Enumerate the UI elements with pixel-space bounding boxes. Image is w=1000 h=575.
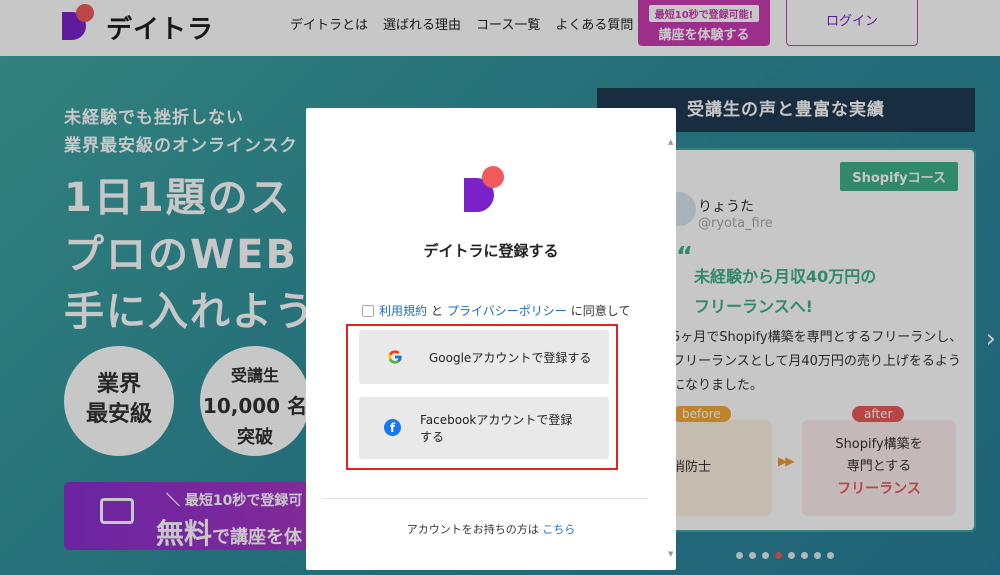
facebook-button-label: Facebookアカウントで登録する <box>420 413 573 444</box>
have-account-line: アカウントをお持ちの方は こちら <box>306 521 676 537</box>
google-g-icon <box>388 350 402 364</box>
agree-checkbox[interactable] <box>362 304 374 317</box>
terms-agreement: 利用規約 と プライバシーポリシー に同意して <box>362 302 634 319</box>
and-text: と <box>431 304 444 318</box>
scroll-down-icon[interactable]: ▼ <box>668 550 673 558</box>
divider <box>322 498 648 499</box>
have-account-text: アカウントをお持ちの方は <box>406 523 539 536</box>
facebook-f-icon: f <box>384 419 401 436</box>
logo-icon <box>464 166 504 212</box>
signup-modal: ▲ ▼ デイトラに登録する 利用規約 と プライバシーポリシー に同意して Go… <box>306 108 676 570</box>
login-here-link[interactable]: こちら <box>542 523 575 536</box>
privacy-policy-link[interactable]: プライバシーポリシー <box>447 302 567 319</box>
terms-link[interactable]: 利用規約 <box>379 302 427 319</box>
agree-suffix: に同意して <box>570 304 631 318</box>
modal-title: デイトラに登録する <box>423 242 559 260</box>
google-signup-button[interactable]: Googleアカウントで登録する <box>359 330 609 384</box>
google-button-label: Googleアカウントで登録する <box>429 351 592 365</box>
modal-scrollbar[interactable]: ▲ ▼ <box>668 138 674 558</box>
scroll-up-icon[interactable]: ▲ <box>668 138 673 146</box>
facebook-signup-button[interactable]: f Facebookアカウントで登録する <box>359 397 609 459</box>
